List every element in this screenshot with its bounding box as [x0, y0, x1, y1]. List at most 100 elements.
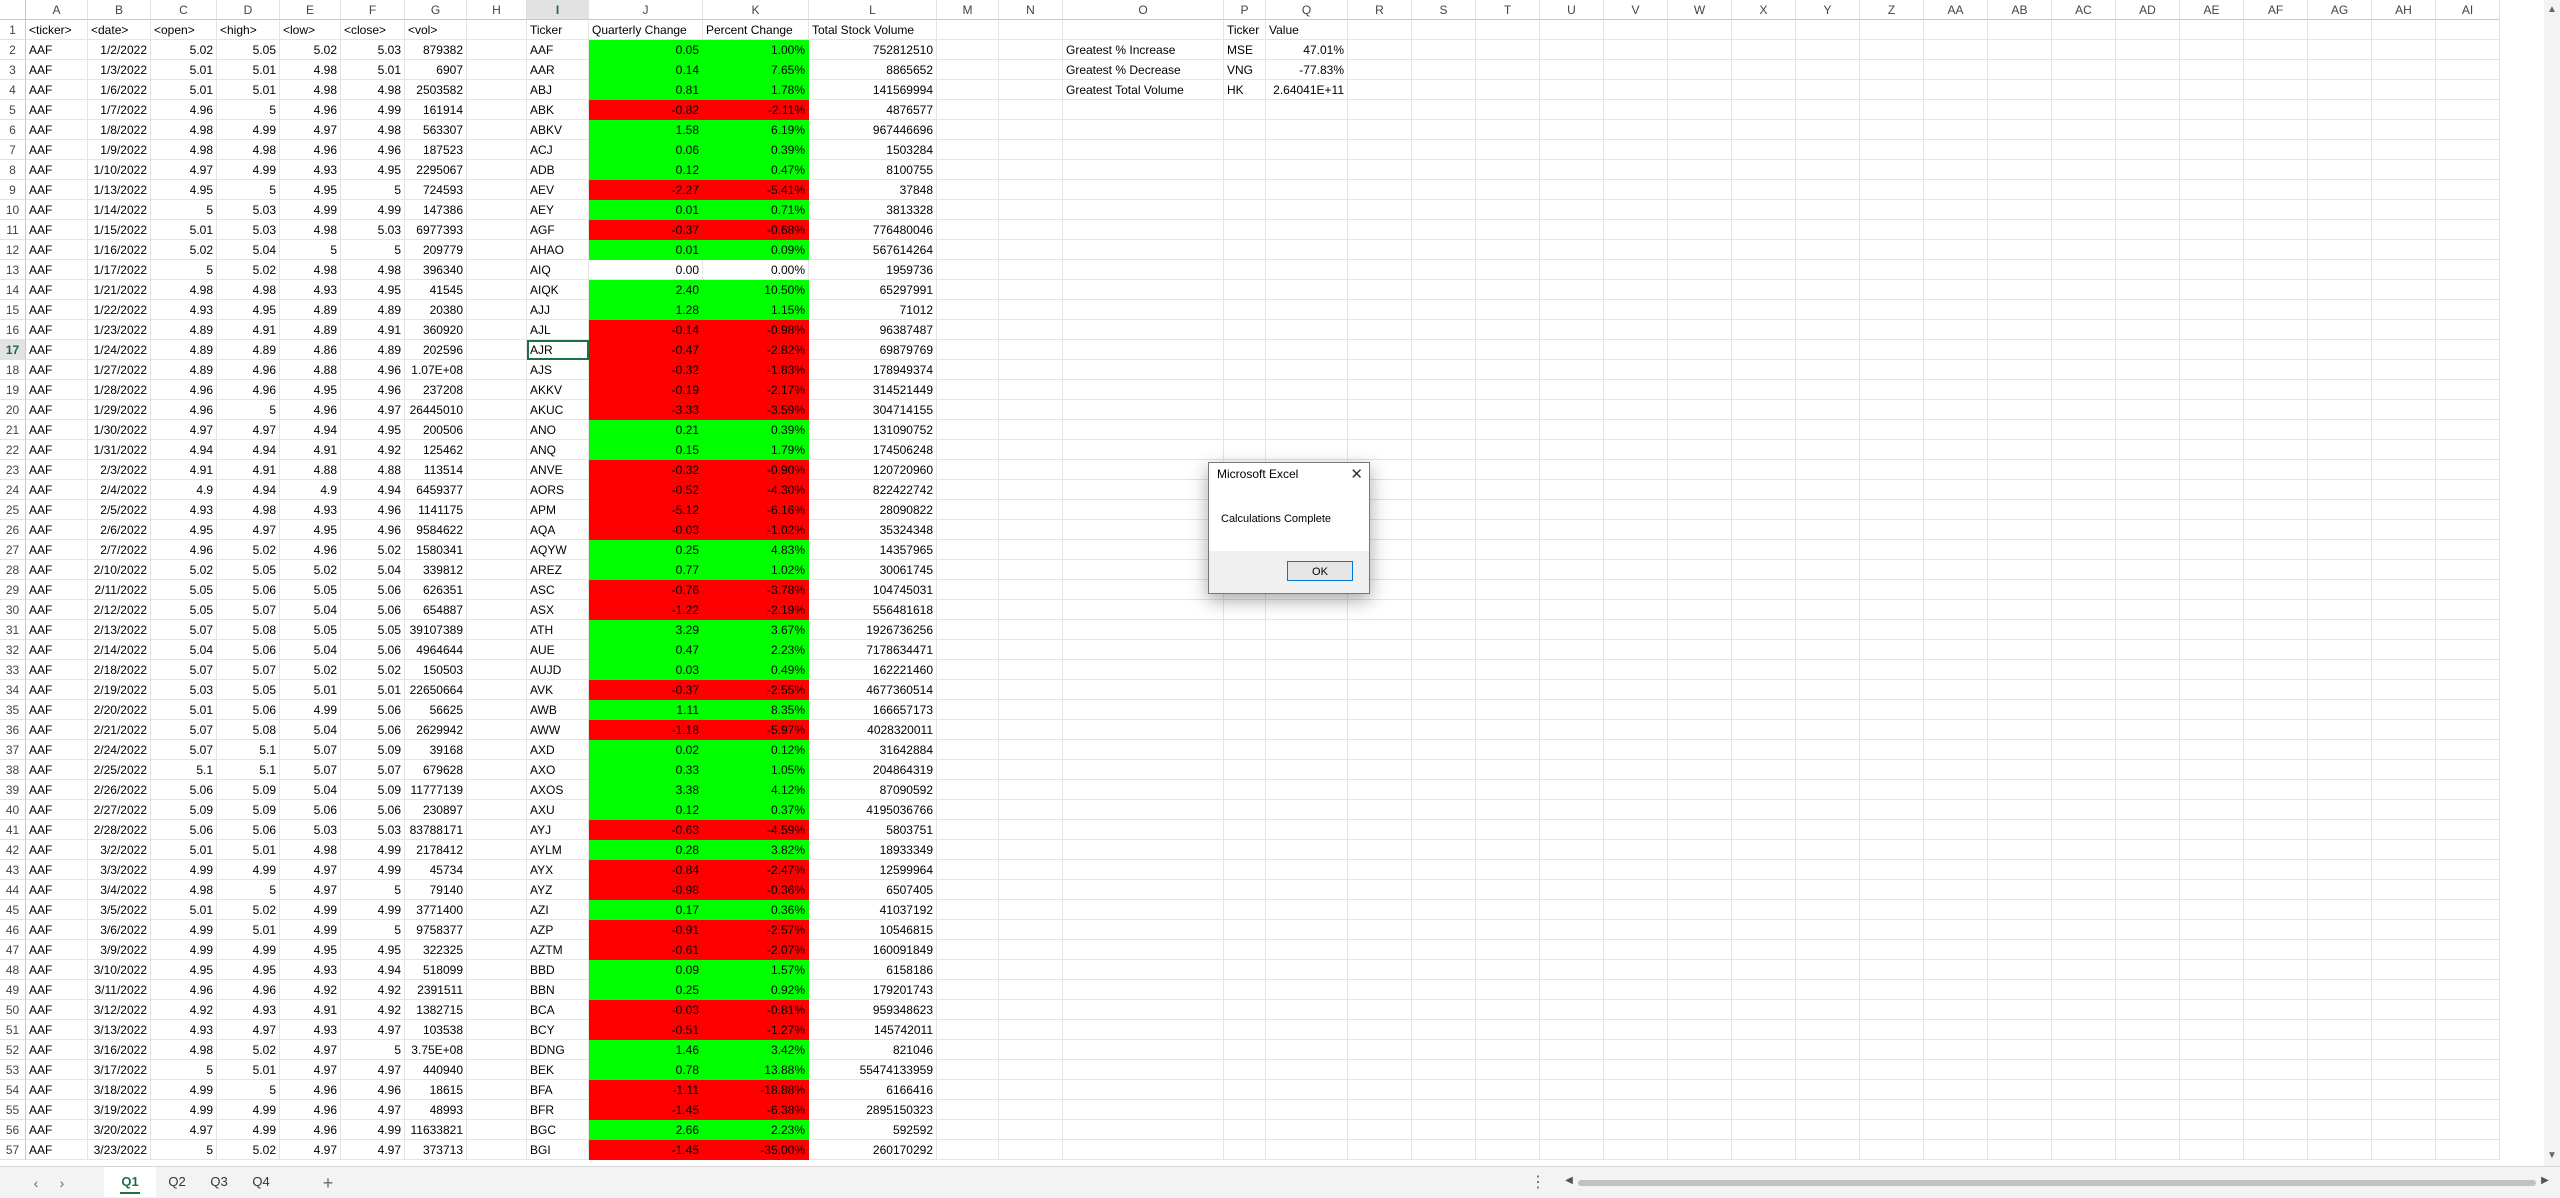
row-header-17[interactable]: 17 [0, 340, 26, 360]
empty-cell[interactable] [1476, 1100, 1540, 1120]
row-header-12[interactable]: 12 [0, 240, 26, 260]
empty-cell[interactable] [1924, 800, 1988, 820]
raw-cell[interactable]: 4.89 [217, 340, 280, 360]
quarterly-change-cell[interactable]: 0.25 [589, 540, 703, 560]
empty-cell[interactable] [2436, 520, 2500, 540]
empty-cell[interactable] [2436, 700, 2500, 720]
empty-cell[interactable] [1796, 460, 1860, 480]
raw-cell[interactable]: 1/8/2022 [88, 120, 151, 140]
empty-cell[interactable] [2436, 120, 2500, 140]
empty-cell[interactable] [2180, 140, 2244, 160]
empty-cell[interactable] [1604, 560, 1668, 580]
percent-change-cell[interactable]: -6.16% [703, 500, 809, 520]
raw-cell[interactable]: 5.01 [217, 60, 280, 80]
total-volume-cell[interactable]: 87090592 [809, 780, 937, 800]
raw-header-b[interactable]: <date> [88, 20, 151, 40]
raw-cell[interactable]: 1/29/2022 [88, 400, 151, 420]
empty-cell[interactable] [1063, 520, 1224, 540]
empty-cell[interactable] [999, 220, 1063, 240]
empty-cell[interactable] [1924, 1080, 1988, 1100]
raw-cell[interactable]: 4.95 [341, 280, 405, 300]
quarterly-change-cell[interactable]: 0.12 [589, 800, 703, 820]
empty-cell[interactable] [999, 360, 1063, 380]
empty-cell[interactable] [1266, 900, 1348, 920]
empty-cell[interactable] [1540, 240, 1604, 260]
raw-cell[interactable]: 4.97 [280, 1140, 341, 1160]
empty-cell[interactable] [1476, 220, 1540, 240]
empty-cell[interactable] [1668, 60, 1732, 80]
raw-cell[interactable]: 4.92 [341, 440, 405, 460]
total-volume-cell[interactable]: 141569994 [809, 80, 937, 100]
empty-cell[interactable] [1796, 1080, 1860, 1100]
raw-cell[interactable]: 5 [341, 1040, 405, 1060]
total-volume-cell[interactable]: 14357965 [809, 540, 937, 560]
percent-change-cell[interactable]: -0.90% [703, 460, 809, 480]
empty-cell[interactable] [1476, 80, 1540, 100]
empty-cell[interactable] [1860, 900, 1924, 920]
raw-cell[interactable]: 440940 [405, 1060, 467, 1080]
raw-cell[interactable]: 9584622 [405, 520, 467, 540]
empty-cell[interactable] [1063, 220, 1224, 240]
empty-cell[interactable] [1348, 220, 1412, 240]
raw-cell[interactable]: AAF [26, 180, 88, 200]
summary-ticker-cell[interactable]: AIQ [527, 260, 589, 280]
raw-cell[interactable]: 518099 [405, 960, 467, 980]
empty-cell[interactable] [1604, 800, 1668, 820]
empty-cell[interactable] [2180, 1040, 2244, 1060]
empty-cell[interactable] [1860, 160, 1924, 180]
empty-cell[interactable] [1540, 1060, 1604, 1080]
percent-change-cell[interactable]: 1.78% [703, 80, 809, 100]
empty-cell[interactable] [1860, 960, 1924, 980]
total-volume-cell[interactable]: 556481618 [809, 600, 937, 620]
empty-cell[interactable] [1668, 720, 1732, 740]
empty-cell[interactable] [1266, 680, 1348, 700]
empty-cell[interactable] [1412, 420, 1476, 440]
empty-cell[interactable] [1732, 320, 1796, 340]
empty-cell[interactable] [2052, 1020, 2116, 1040]
empty-cell[interactable] [1224, 720, 1266, 740]
column-header-k[interactable]: K [703, 0, 809, 20]
empty-cell[interactable] [2372, 280, 2436, 300]
empty-cell[interactable] [2308, 660, 2372, 680]
empty-cell[interactable] [2436, 280, 2500, 300]
empty-cell[interactable] [1796, 60, 1860, 80]
empty-cell[interactable] [1540, 60, 1604, 80]
empty-cell[interactable] [2052, 580, 2116, 600]
raw-cell[interactable]: 4.9 [280, 480, 341, 500]
raw-cell[interactable]: 5.05 [341, 620, 405, 640]
empty-cell[interactable] [2372, 480, 2436, 500]
empty-cell[interactable] [2372, 160, 2436, 180]
raw-cell[interactable]: 4.96 [217, 980, 280, 1000]
empty-cell[interactable] [1540, 820, 1604, 840]
raw-cell[interactable]: 4.95 [217, 960, 280, 980]
empty-cell[interactable] [1924, 460, 1988, 480]
column-header-q[interactable]: Q [1266, 0, 1348, 20]
empty-cell[interactable] [1732, 600, 1796, 620]
raw-cell[interactable]: 147386 [405, 200, 467, 220]
empty-cell[interactable] [2372, 180, 2436, 200]
raw-cell[interactable]: 4.98 [151, 140, 217, 160]
summary-ticker-cell[interactable]: AKUC [527, 400, 589, 420]
raw-cell[interactable]: 202596 [405, 340, 467, 360]
empty-cell[interactable] [999, 480, 1063, 500]
empty-cell[interactable] [1224, 260, 1266, 280]
summary-ticker-cell[interactable]: AAF [527, 40, 589, 60]
empty-cell[interactable] [1348, 1080, 1412, 1100]
percent-change-cell[interactable]: -3.78% [703, 580, 809, 600]
raw-cell[interactable]: 150503 [405, 660, 467, 680]
column-header-g[interactable]: G [405, 0, 467, 20]
empty-cell[interactable] [1412, 680, 1476, 700]
empty-cell[interactable] [2244, 1100, 2308, 1120]
raw-cell[interactable]: 5 [217, 1080, 280, 1100]
empty-cell[interactable] [1224, 200, 1266, 220]
empty-cell[interactable] [937, 800, 999, 820]
raw-cell[interactable]: 5.01 [280, 680, 341, 700]
raw-cell[interactable]: 3/16/2022 [88, 1040, 151, 1060]
empty-cell[interactable] [2052, 860, 2116, 880]
summary-header-k[interactable]: Percent Change [703, 20, 809, 40]
quarterly-change-cell[interactable]: 2.66 [589, 1120, 703, 1140]
empty-cell[interactable] [2436, 300, 2500, 320]
empty-cell[interactable] [2308, 440, 2372, 460]
empty-cell[interactable] [1224, 960, 1266, 980]
raw-cell[interactable]: 4.93 [280, 280, 341, 300]
